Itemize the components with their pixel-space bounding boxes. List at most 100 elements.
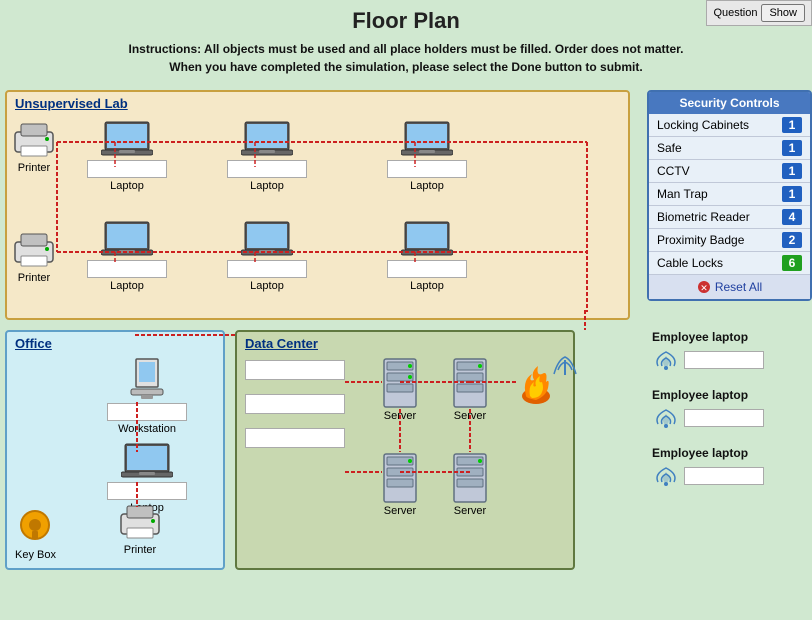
laptop-label-2: Laptop bbox=[250, 180, 284, 192]
security-row-biometric[interactable]: Biometric Reader 4 bbox=[649, 206, 810, 229]
question-bar: Question Show bbox=[706, 0, 812, 26]
reset-row[interactable]: ✕ Reset All bbox=[649, 275, 810, 299]
server-icon-4 bbox=[452, 452, 488, 504]
security-row-cable-locks[interactable]: Cable Locks 6 bbox=[649, 252, 810, 275]
wifi-icon-3 bbox=[652, 464, 680, 488]
office-laptop-input[interactable] bbox=[107, 482, 187, 500]
employee-laptop-label-1: Employee laptop bbox=[652, 330, 807, 344]
security-panel-header: Security Controls bbox=[649, 92, 810, 114]
laptop-input-3[interactable] bbox=[387, 160, 467, 178]
question-label: Question bbox=[713, 7, 757, 19]
laptop-input-2[interactable] bbox=[227, 160, 307, 178]
office-printer-device: Printer bbox=[117, 502, 163, 556]
reset-icon: ✕ bbox=[697, 280, 711, 294]
keybox-label: Key Box bbox=[15, 549, 56, 561]
dc-input-2[interactable] bbox=[245, 394, 345, 414]
proximity-badge-label: Proximity Badge bbox=[657, 233, 744, 247]
printer-label-2: Printer bbox=[18, 272, 50, 284]
security-row-man-trap[interactable]: Man Trap 1 bbox=[649, 183, 810, 206]
safe-count: 1 bbox=[782, 140, 802, 156]
man-trap-label: Man Trap bbox=[657, 187, 708, 201]
laptop-label-4: Laptop bbox=[110, 280, 144, 292]
datacenter-area: Data Center Server Server bbox=[235, 330, 575, 570]
employee-laptop-input-3[interactable] bbox=[684, 467, 764, 485]
laptop-label-3: Laptop bbox=[410, 180, 444, 192]
server-icon-2 bbox=[382, 452, 418, 504]
unsupervised-lab-label: Unsupervised Lab bbox=[15, 96, 128, 111]
laptop-device-1: Laptop bbox=[87, 120, 167, 192]
employee-laptop-group-2: Employee laptop bbox=[652, 388, 807, 430]
page-title: Floor Plan bbox=[0, 0, 812, 38]
employee-laptop-group-1: Employee laptop bbox=[652, 330, 807, 372]
employee-laptop-input-2[interactable] bbox=[684, 409, 764, 427]
employee-laptop-label-3: Employee laptop bbox=[652, 446, 807, 460]
printer-device-1: Printer bbox=[11, 120, 57, 174]
unsupervised-lab: Unsupervised Lab Printer Laptop La bbox=[5, 90, 630, 320]
office-printer-icon bbox=[117, 502, 163, 542]
security-row-locking-cabinets[interactable]: Locking Cabinets 1 bbox=[649, 114, 810, 137]
safe-label: Safe bbox=[657, 141, 682, 155]
employee-laptop-group-3: Employee laptop bbox=[652, 446, 807, 488]
locking-cabinets-count: 1 bbox=[782, 117, 802, 133]
server-icon-1 bbox=[382, 357, 418, 409]
biometric-count: 4 bbox=[782, 209, 802, 225]
employee-laptop-label-2: Employee laptop bbox=[652, 388, 807, 402]
reset-label: Reset All bbox=[715, 280, 762, 294]
security-row-proximity[interactable]: Proximity Badge 2 bbox=[649, 229, 810, 252]
cctv-count: 1 bbox=[782, 163, 802, 179]
locking-cabinets-label: Locking Cabinets bbox=[657, 118, 749, 132]
keybox-icon bbox=[15, 507, 55, 547]
security-row-safe[interactable]: Safe 1 bbox=[649, 137, 810, 160]
workstation-input[interactable] bbox=[107, 403, 187, 421]
dc-input-3[interactable] bbox=[245, 428, 345, 448]
server-label-1: Server bbox=[384, 410, 416, 422]
employee-laptop-input-1[interactable] bbox=[684, 351, 764, 369]
office-label: Office bbox=[15, 336, 52, 351]
laptop-icon-3 bbox=[401, 120, 453, 158]
server-device-3: Server bbox=[452, 357, 488, 422]
keybox-device: Key Box bbox=[15, 507, 56, 561]
laptop-input-4[interactable] bbox=[87, 260, 167, 278]
laptop-icon-6 bbox=[401, 220, 453, 258]
dc-input-1[interactable] bbox=[245, 360, 345, 380]
server-device-1: Server bbox=[382, 357, 418, 422]
svg-text:✕: ✕ bbox=[700, 283, 708, 293]
laptop-label-6: Laptop bbox=[410, 280, 444, 292]
wireless-icon bbox=[550, 350, 580, 380]
cctv-label: CCTV bbox=[657, 164, 690, 178]
proximity-badge-count: 2 bbox=[782, 232, 802, 248]
laptop-input-5[interactable] bbox=[227, 260, 307, 278]
office-printer-label: Printer bbox=[124, 544, 156, 556]
server-device-4: Server bbox=[452, 452, 488, 517]
server-label-3: Server bbox=[454, 410, 486, 422]
cable-locks-count: 6 bbox=[782, 255, 802, 271]
dc-inputs bbox=[245, 360, 345, 448]
office-area: Office Workstation Laptop Printer bbox=[5, 330, 225, 570]
wifi-icon-2 bbox=[652, 406, 680, 430]
laptop-label-1: Laptop bbox=[110, 180, 144, 192]
workstation-icon bbox=[121, 357, 173, 401]
datacenter-label: Data Center bbox=[245, 336, 318, 351]
laptop-input-6[interactable] bbox=[387, 260, 467, 278]
laptop-input-1[interactable] bbox=[87, 160, 167, 178]
printer-icon-1 bbox=[11, 120, 57, 160]
instructions-line1: Instructions: All objects must be used a… bbox=[20, 40, 792, 58]
laptop-device-6: Laptop bbox=[387, 220, 467, 292]
laptop-icon-4 bbox=[101, 220, 153, 258]
laptop-device-5: Laptop bbox=[227, 220, 307, 292]
man-trap-count: 1 bbox=[782, 186, 802, 202]
server-label-2: Server bbox=[384, 505, 416, 517]
server-label-4: Server bbox=[454, 505, 486, 517]
workstation-label: Workstation bbox=[118, 423, 176, 435]
show-button[interactable]: Show bbox=[761, 4, 805, 22]
biometric-label: Biometric Reader bbox=[657, 210, 750, 224]
laptop-icon-1 bbox=[101, 120, 153, 158]
server-device-2: Server bbox=[382, 452, 418, 517]
laptop-device-4: Laptop bbox=[87, 220, 167, 292]
printer-label-1: Printer bbox=[18, 162, 50, 174]
security-row-cctv[interactable]: CCTV 1 bbox=[649, 160, 810, 183]
employee-laptops-panel: Employee laptop Employee laptop Employ bbox=[647, 330, 812, 488]
instructions-line2: When you have completed the simulation, … bbox=[20, 58, 792, 76]
security-panel: Security Controls Locking Cabinets 1 Saf… bbox=[647, 90, 812, 301]
laptop-icon-2 bbox=[241, 120, 293, 158]
